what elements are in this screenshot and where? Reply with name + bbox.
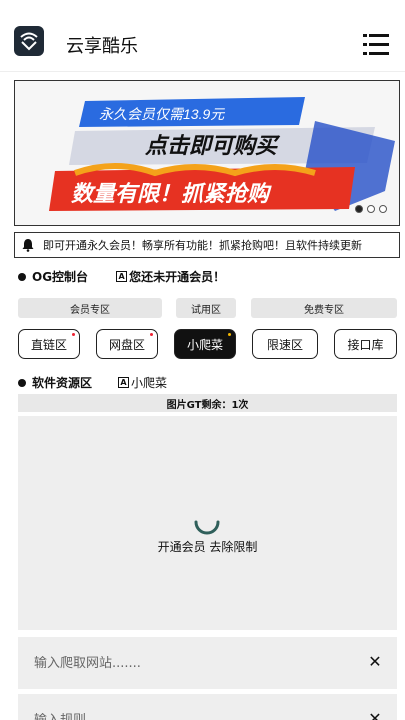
zone-speed-limit-button[interactable]: 限速区: [252, 329, 318, 359]
close-icon[interactable]: ✕: [367, 654, 383, 670]
console-section: OG控制台 A 您还未开通会员！: [18, 268, 225, 285]
notice-marquee: 即可开通永久会员！畅享所有功能！抓紧抢购吧！且软件持续更新: [14, 232, 400, 258]
hamburger-menu-icon[interactable]: [363, 34, 389, 56]
member-status-text: 您还未开通会员！: [129, 270, 226, 284]
promo-banner-artwork: 永久会员仅需13.9元 点击即可购买 数量有限！抓紧抢购: [15, 81, 399, 225]
resource-section: 软件资源区 A 小爬菜: [18, 374, 167, 391]
category-trial[interactable]: 试用区: [176, 298, 236, 318]
carousel-dots[interactable]: [355, 205, 387, 213]
bullet-dot: [18, 272, 26, 281]
resource-current: A 小爬菜: [118, 374, 167, 391]
zone-label: 网盘区: [108, 337, 145, 352]
top-bar: 云享酷乐: [0, 0, 405, 72]
member-status: A 您还未开通会员！: [116, 268, 225, 285]
resource-title: 软件资源区: [32, 376, 93, 390]
red-badge-dot: [150, 333, 153, 336]
zone-api-library-button[interactable]: 接口库: [334, 329, 397, 359]
red-badge-dot: [72, 333, 75, 336]
carousel-dot[interactable]: [379, 205, 387, 213]
zone-label: 接口库: [347, 337, 384, 352]
zone-netdisk-button[interactable]: 网盘区: [96, 329, 158, 359]
console-title: OG控制台: [32, 270, 89, 284]
zone-crawler-button[interactable]: 小爬菜: [174, 329, 236, 359]
bell-icon: [22, 239, 34, 252]
zone-label: 小爬菜: [186, 337, 223, 352]
banner-line1: 永久会员仅需13.9元: [99, 106, 225, 122]
crawl-site-input[interactable]: [34, 655, 334, 671]
site-input-row: ✕: [18, 637, 397, 689]
banner-line3: 数量有限！抓紧抢购: [71, 181, 272, 206]
unlock-member-text: 开通会员 去除限制: [157, 540, 258, 554]
yellow-badge-dot: [228, 333, 231, 336]
carousel-dot[interactable]: [367, 205, 375, 213]
rule-input[interactable]: [34, 712, 334, 720]
category-member[interactable]: 会员专区: [18, 298, 162, 318]
wifi-logo-icon: [14, 26, 44, 56]
category-free[interactable]: 免费专区: [251, 298, 397, 318]
app-title: 云享酷乐: [66, 36, 138, 57]
zone-direct-link-button[interactable]: 直链区: [18, 329, 80, 359]
crawler-viewer: 开通会员 去除限制: [18, 416, 397, 630]
carousel-dot[interactable]: [355, 205, 363, 213]
banner-line2: 点击即可购买: [144, 133, 281, 158]
close-icon[interactable]: ✕: [367, 711, 383, 720]
status-a-icon: A: [116, 271, 128, 282]
gt-remaining-bar: 图片GT剩余：1次: [18, 394, 397, 412]
bullet-dot: [18, 378, 26, 387]
rule-input-row: ✕: [18, 694, 397, 720]
zone-label: 限速区: [266, 337, 303, 352]
resource-a-icon: A: [118, 377, 130, 388]
promo-banner[interactable]: 永久会员仅需13.9元 点击即可购买 数量有限！抓紧抢购: [14, 80, 400, 226]
resource-current-text: 小爬菜: [131, 376, 168, 390]
notice-text: 即可开通永久会员！畅享所有功能！抓紧抢购吧！且软件持续更新: [43, 239, 362, 252]
zone-label: 直链区: [30, 337, 67, 352]
